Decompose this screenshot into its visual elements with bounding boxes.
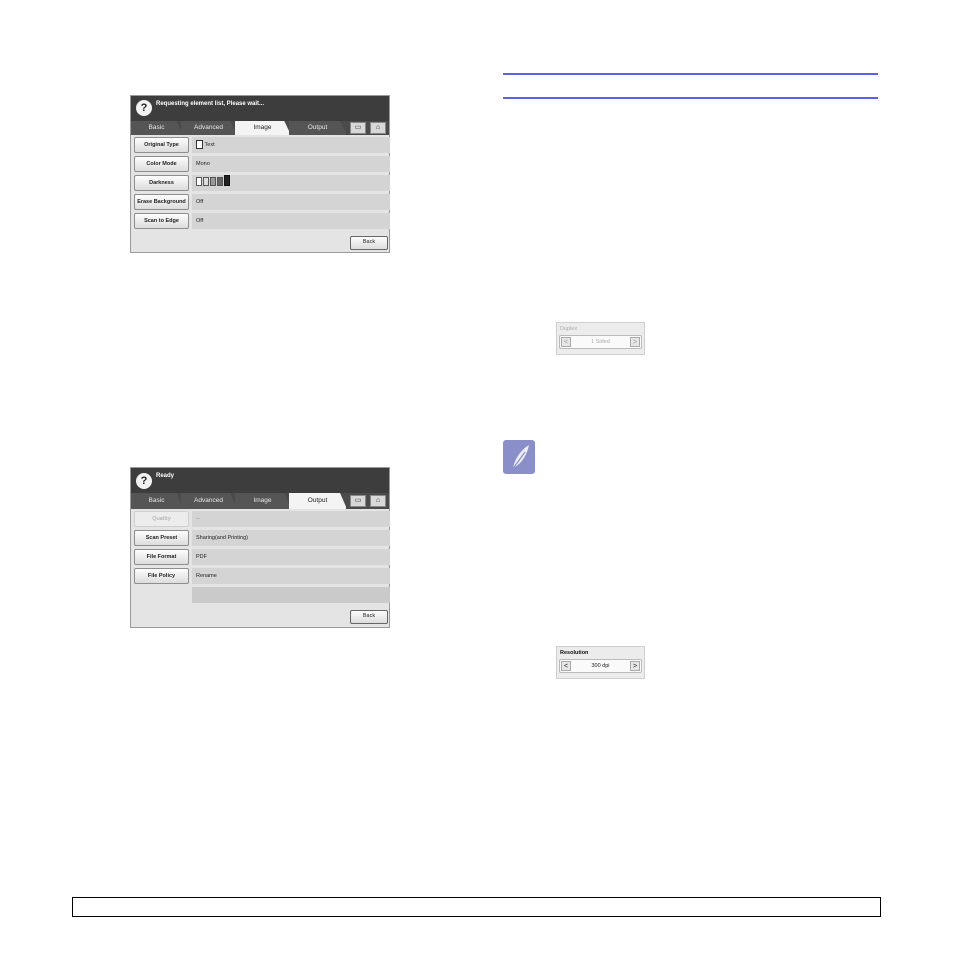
scan-preset-button[interactable]: Scan Preset <box>134 530 189 546</box>
file-format-value: PDF <box>192 549 390 565</box>
help-icon[interactable]: ? <box>136 473 152 489</box>
tab-advanced[interactable]: Advanced <box>181 121 237 135</box>
right-arrow-icon[interactable]: > <box>630 661 640 671</box>
page-footer-box <box>72 897 881 917</box>
quality-button: Quality <box>134 511 189 527</box>
resolution-control: Resolution < 300 dpi > <box>556 646 645 679</box>
color-mode-button[interactable]: Color Mode <box>134 156 189 172</box>
erase-background-value: Off <box>192 194 390 210</box>
panel-header: ? Ready <box>131 468 389 493</box>
original-type-text: Text <box>204 142 215 148</box>
duplex-control: Duplex < 1 Sided > <box>556 322 645 355</box>
feather-icon <box>511 445 529 471</box>
original-type-value: Text <box>192 137 390 153</box>
darkness-level-icon <box>196 175 230 193</box>
home-icon[interactable]: ⌂ <box>370 122 386 134</box>
help-icon[interactable]: ? <box>136 100 152 116</box>
left-arrow-icon[interactable]: < <box>561 337 571 347</box>
empty-row-value <box>192 587 390 603</box>
duplex-title: Duplex <box>560 326 578 332</box>
tab-image[interactable]: Image <box>235 493 291 509</box>
right-arrow-icon[interactable]: > <box>630 337 640 347</box>
tab-output[interactable]: Output <box>289 121 347 135</box>
scan-to-edge-button[interactable]: Scan to Edge <box>134 213 189 229</box>
resolution-title: Resolution <box>560 650 589 656</box>
original-type-button[interactable]: Original Type <box>134 137 189 153</box>
document-icon <box>196 140 203 150</box>
left-arrow-icon[interactable]: < <box>561 661 571 671</box>
tab-basic[interactable]: Basic <box>131 121 183 135</box>
file-format-button[interactable]: File Format <box>134 549 189 565</box>
file-policy-button[interactable]: File Policy <box>134 568 189 584</box>
heading-rule-top <box>503 73 878 75</box>
tab-basic[interactable]: Basic <box>131 493 183 509</box>
scan-preset-value: Sharing(and Printing) <box>192 530 390 546</box>
note-icon <box>503 440 535 474</box>
status-message: Ready <box>156 473 175 479</box>
scan-to-edge-value: Off <box>192 213 390 229</box>
tab-image[interactable]: Image <box>235 121 291 135</box>
darkness-button[interactable]: Darkness <box>134 175 189 191</box>
darkness-value <box>192 175 390 191</box>
quality-value: -- <box>192 511 390 527</box>
job-status-icon[interactable]: ▭ <box>350 495 366 507</box>
scan-output-panel: ? Ready Basic Advanced Image Output ▭ ⌂ … <box>130 467 390 628</box>
tab-advanced[interactable]: Advanced <box>181 493 237 509</box>
back-button[interactable]: Back <box>350 236 388 250</box>
status-message: Requesting element list, Please wait... <box>156 101 265 107</box>
file-policy-value: Rename <box>192 568 390 584</box>
tab-output[interactable]: Output <box>289 493 347 509</box>
tab-bar: Basic Advanced Image Output ▭ ⌂ <box>131 121 389 135</box>
duplex-selector: < 1 Sided > <box>559 335 642 349</box>
color-mode-value: Mono <box>192 156 390 172</box>
duplex-value: 1 Sided <box>591 339 610 345</box>
panel-header: ? Requesting element list, Please wait..… <box>131 96 389 121</box>
back-button[interactable]: Back <box>350 610 388 624</box>
resolution-selector: < 300 dpi > <box>559 659 642 673</box>
erase-background-button[interactable]: Erase Background <box>134 194 189 210</box>
heading-rule-bottom <box>503 97 878 99</box>
job-status-icon[interactable]: ▭ <box>350 122 366 134</box>
scan-image-panel: ? Requesting element list, Please wait..… <box>130 95 390 253</box>
home-icon[interactable]: ⌂ <box>370 495 386 507</box>
resolution-value: 300 dpi <box>591 663 610 669</box>
tab-bar: Basic Advanced Image Output ▭ ⌂ <box>131 493 389 509</box>
